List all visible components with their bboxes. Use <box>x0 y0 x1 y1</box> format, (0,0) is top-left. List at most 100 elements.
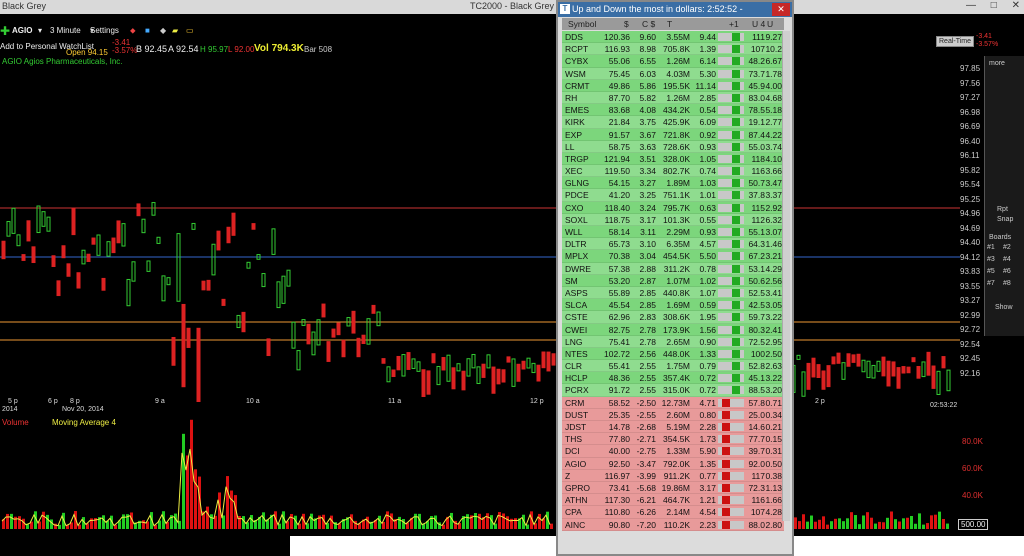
candle <box>796 354 801 360</box>
panel-item[interactable]: #8 <box>1003 280 1011 287</box>
symbol-field[interactable]: AGIO <box>12 26 32 35</box>
candle <box>146 260 151 272</box>
price-chart[interactable] <box>0 62 960 402</box>
column-header-7[interactable]: U 4 <box>752 19 765 29</box>
table-row[interactable]: CRM 58.52 -2.50 12.73M 4.71 57.8 0.71 <box>562 396 784 409</box>
candle <box>201 280 206 291</box>
panel-item[interactable]: Boards <box>989 234 1011 241</box>
panel-item[interactable]: #1 <box>987 244 995 251</box>
table-row[interactable]: EMES 83.68 4.08 434.2K 0.54 78.5 5.18 <box>562 104 784 117</box>
candle <box>56 280 61 297</box>
table-row[interactable]: CSTE 62.96 2.83 308.6K 1.95 59.7 3.22 <box>562 311 784 324</box>
close-scan-button[interactable]: ✕ <box>772 3 790 16</box>
table-row[interactable]: SOXL 118.75 3.17 101.3K 0.55 112 6.32 <box>562 213 784 226</box>
table-row[interactable]: TRGP 121.94 3.51 328.0K 1.05 118 4.10 <box>562 152 784 166</box>
table-row[interactable]: DLTR 65.73 3.10 6.35M 4.57 64.3 1.46 <box>562 238 784 251</box>
table-row[interactable]: THS 77.80 -2.71 354.5K 1.73 77.7 0.15 <box>562 433 784 446</box>
settings-button[interactable]: Settings <box>90 26 119 35</box>
table-row[interactable]: NTES 102.72 2.56 448.0K 1.33 100 2.50 <box>562 347 784 361</box>
panel-item[interactable]: #6 <box>1003 268 1011 275</box>
chevron-down-icon[interactable]: ▾ <box>38 26 42 35</box>
app-icon: T <box>560 4 570 14</box>
maximize-button[interactable]: □ <box>991 0 997 11</box>
panel-item[interactable]: #4 <box>1003 256 1011 263</box>
table-row[interactable]: SM 53.20 2.87 1.07M 1.02 50.6 2.56 <box>562 274 784 287</box>
cell-e: 117 <box>751 470 765 481</box>
cell-a: 77.80 <box>608 434 630 445</box>
close-button[interactable]: ✕ <box>1012 0 1020 11</box>
panel-item[interactable]: #7 <box>987 280 995 287</box>
table-row[interactable]: DUST 25.35 -2.55 2.60M 0.80 25.0 0.34 <box>562 408 784 421</box>
table-row[interactable]: CWEI 82.75 2.78 173.9K 1.56 80.3 2.41 <box>562 323 784 336</box>
cell-s: PDCE <box>565 190 589 201</box>
folder-icon[interactable]: ▭ <box>186 26 194 35</box>
table-row[interactable]: HCLP 48.36 2.55 357.4K 0.72 45.1 3.22 <box>562 372 784 385</box>
table-row[interactable]: PCRX 91.72 2.55 315.0K 0.72 88.5 3.20 <box>562 384 784 397</box>
interval-select[interactable]: 3 Minute <box>50 26 81 35</box>
column-header-3[interactable]: T <box>667 19 672 29</box>
table-row[interactable]: GLNG 54.15 3.27 1.89M 1.03 50.7 3.47 <box>562 177 784 190</box>
column-header-2[interactable]: C $ <box>642 19 655 29</box>
candle <box>496 368 501 385</box>
table-row[interactable]: CRMT 49.86 5.86 195.5K 11.14 45.9 4.00 <box>562 79 784 92</box>
cell-d: 0.77 <box>699 470 716 481</box>
panel-item[interactable]: Snap <box>997 216 1013 223</box>
table-row[interactable]: RCPT 116.93 8.98 705.8K 1.39 107 10.2 <box>562 43 784 56</box>
panel-item[interactable]: Show <box>995 304 1013 311</box>
tool-icon[interactable]: ◆ <box>160 26 166 35</box>
cell-c: 6.35M <box>666 239 690 250</box>
table-row[interactable]: CPA 110.80 -6.26 2.14M 4.54 107 4.28 <box>562 506 784 519</box>
table-row[interactable]: CXO 118.40 3.24 795.7K 0.63 115 2.92 <box>562 201 784 214</box>
table-row[interactable]: SLCA 45.54 2.85 1.69M 0.59 42.5 3.05 <box>562 299 784 312</box>
column-header-6[interactable]: +1 <box>729 19 739 29</box>
table-row[interactable]: JDST 14.78 -2.68 5.19M 2.28 14.6 0.21 <box>562 421 784 434</box>
table-row[interactable]: GPRO 73.41 -5.68 19.86M 3.17 72.3 1.13 <box>562 481 784 495</box>
panel-item[interactable]: #5 <box>987 268 995 275</box>
table-row[interactable]: ATHN 117.30 -6.21 464.7K 1.21 116 1.66 <box>562 494 784 507</box>
table-row[interactable]: RH 87.70 5.82 1.26M 2.85 83.0 4.68 <box>562 91 784 105</box>
table-row[interactable]: LNG 75.41 2.78 2.65M 0.90 72.5 2.95 <box>562 335 784 348</box>
table-row[interactable]: AGIO 92.50 -3.47 792.0K 1.35 92.0 0.50 <box>562 457 784 470</box>
cell-s: EMES <box>565 105 590 116</box>
cell-f: 3.37 <box>765 190 782 201</box>
panel-item[interactable]: #2 <box>1003 244 1011 251</box>
table-row[interactable]: AINC 90.80 -7.20 110.2K 2.23 88.0 2.80 <box>562 518 784 531</box>
cell-e: 118 <box>751 153 765 164</box>
table-row[interactable]: DWRE 57.38 2.88 311.2K 0.78 53.1 4.29 <box>562 262 784 275</box>
panel-item[interactable]: more <box>989 60 1005 67</box>
volume-chart[interactable] <box>0 414 960 534</box>
tool-icon[interactable]: ⬥ <box>130 26 136 36</box>
cell-a: 25.35 <box>608 409 630 420</box>
volume-bar <box>814 521 817 529</box>
cell-c: 464.7K <box>663 495 690 506</box>
table-row[interactable]: WLL 58.14 3.11 2.29M 0.93 55.1 3.07 <box>562 226 784 239</box>
realtime-button[interactable]: Real-Time <box>936 36 975 47</box>
scrollbar[interactable] <box>782 31 790 521</box>
table-row[interactable]: CYBX 55.06 6.55 1.26M 6.14 48.2 6.67 <box>562 55 784 68</box>
table-row[interactable]: DCI 40.00 -2.75 1.33M 5.90 39.7 0.31 <box>562 445 784 458</box>
tool-icon[interactable]: ■ <box>145 26 150 35</box>
table-row[interactable]: XEC 119.50 3.34 802.7K 0.74 116 3.66 <box>562 165 784 178</box>
table-row[interactable]: LL 58.75 3.63 728.6K 0.93 55.0 3.74 <box>562 140 784 153</box>
table-row[interactable]: CLR 55.41 2.55 1.75M 0.79 52.8 2.63 <box>562 360 784 373</box>
table-row[interactable]: ASPS 55.89 2.85 440.8K 1.07 52.5 3.41 <box>562 286 784 300</box>
minimize-button[interactable]: — <box>966 0 976 11</box>
range-bar <box>718 313 744 322</box>
column-header-1[interactable]: $ <box>624 19 629 29</box>
note-icon[interactable]: ▰ <box>172 26 178 35</box>
cell-b: 2.85 <box>639 300 656 311</box>
panel-item[interactable]: Rpt <box>997 206 1008 213</box>
table-row[interactable]: MPLX 70.38 3.04 454.5K 5.50 67.2 3.21 <box>562 250 784 263</box>
table-row[interactable]: PDCE 41.20 3.25 751.1K 1.01 37.8 3.37 <box>562 189 784 202</box>
table-row[interactable]: KIRK 21.84 3.75 425.9K 6.09 19.1 2.77 <box>562 116 784 129</box>
table-row[interactable]: Z 116.97 -3.99 911.2K 0.77 117 0.38 <box>562 469 784 482</box>
bar-count-box[interactable]: 500.00 <box>958 519 989 530</box>
panel-item[interactable]: #3 <box>987 256 995 263</box>
volume-bar <box>50 519 53 529</box>
table-row[interactable]: WSM 75.45 6.03 4.03M 5.30 73.7 1.78 <box>562 67 784 80</box>
table-row[interactable]: DDS 120.36 9.60 3.55M 9.44 111 9.27 <box>562 31 784 44</box>
cell-c: 1.89M <box>666 178 690 189</box>
add-icon[interactable]: ✚ <box>0 24 10 38</box>
table-row[interactable]: EXP 91.57 3.67 721.8K 0.92 87.4 4.22 <box>562 128 784 141</box>
column-header-0[interactable]: Symbol <box>568 19 596 29</box>
